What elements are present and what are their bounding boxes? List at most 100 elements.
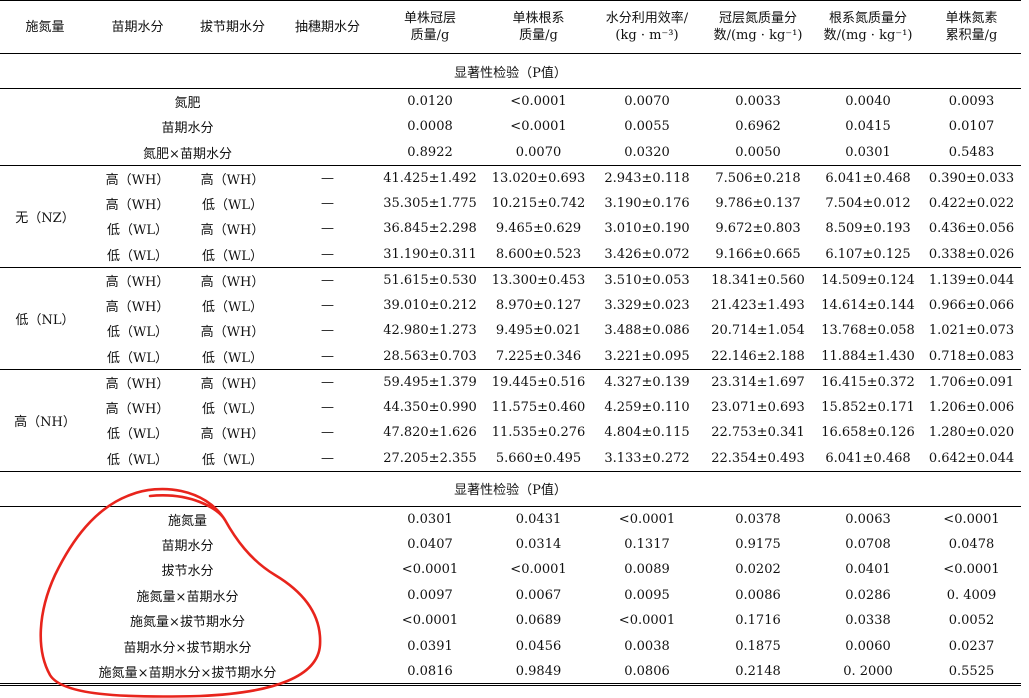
column-header: 施氮量 — [25, 19, 65, 35]
measurement-cell: 3.329±0.023 — [604, 297, 690, 313]
results-table: 施氮量 苗期水分 拔节期水分 抽穗期水分 单株冠层 质量/g 单株根系 质量/g 水分利用效率/… — [0, 0, 1021, 686]
p-value-row: 苗期水分 0.0008 <0.0001 0.0055 0.6962 0.0415 0.010… — [0, 114, 1021, 140]
p-value-cell: 0.0050 — [735, 144, 781, 160]
measurement-cell: 6.041±0.468 — [825, 170, 911, 186]
measurement-cell: 39.010±0.212 — [383, 297, 477, 313]
p-value-cell: 0.9175 — [735, 536, 781, 552]
p-value-cell: 0.0093 — [948, 94, 995, 109]
measurement-cell: 3.510±0.053 — [604, 272, 690, 288]
p-value-cell: 0.0806 — [624, 663, 670, 679]
column-header-line: 数/(mg · kg⁻¹) — [713, 28, 803, 43]
p-value-cell: 0.0008 — [407, 119, 453, 135]
p-value-cell: 0.0407 — [407, 536, 453, 552]
p-value-cell: <0.0001 — [401, 613, 459, 629]
nitrogen-level-label: 无（NZ） — [15, 210, 75, 226]
measurement-cell: 9.672±0.803 — [715, 221, 801, 237]
p-value-cell: 0.2148 — [735, 663, 781, 679]
p-value-cell: 0.0063 — [845, 511, 891, 527]
seedling-water-cell: 高（WH） — [105, 172, 170, 188]
column-header-line: 累积量/g — [945, 28, 998, 43]
measurement-cell: 8.509±0.193 — [825, 221, 911, 237]
column-header-line: 冠层氮质量分 — [718, 11, 797, 26]
p-value-cell: 0.0689 — [515, 613, 562, 629]
treatment-row: 高（WH） 低（WL） — 44.350±0.990 11.575±0.460 4.259… — [0, 395, 1021, 421]
seedling-water-cell: 高（WH） — [105, 274, 170, 290]
measurement-cell: 23.071±0.693 — [711, 399, 805, 415]
treatment-row: 无（NZ） 高（WH） 高（WH） — 41.425±1.492 13.020±0.693… — [0, 165, 1021, 226]
measurement-cell: 0.390±0.033 — [928, 170, 1015, 186]
measurement-cell: 7.225±0.346 — [495, 348, 582, 364]
seedling-water-cell: 低（WL） — [107, 350, 168, 366]
measurement-cell: 36.845±2.298 — [383, 221, 477, 237]
measurement-cell: 31.190±0.311 — [383, 246, 477, 262]
measurement-cell: 16.415±0.372 — [821, 374, 915, 390]
p-value-cell: 0.0067 — [515, 587, 562, 603]
p-value-cell: 0.0391 — [407, 638, 453, 654]
seedling-water-cell: 低（WL） — [107, 325, 168, 341]
measurement-cell: 11.575±0.460 — [491, 399, 586, 415]
p-value-cell: 0. 4009 — [946, 587, 997, 603]
p-value-cell: 0. 2000 — [843, 663, 893, 679]
treatment-row: 低（WL） 低（WL） — 27.205±2.355 5.660±0.495 3.133±… — [0, 446, 1021, 471]
treatment-row: 低（WL） 高（WH） — 36.845±2.298 9.465±0.629 3.010±… — [0, 216, 1021, 242]
heading-water-cell: — — [321, 246, 334, 262]
measurement-cell: 16.658±0.126 — [821, 425, 915, 441]
treatment-row: 低（WL） 高（WH） — 42.980±1.273 9.495±0.021 3.488±… — [0, 318, 1021, 344]
p-value-cell: 0.6962 — [735, 119, 781, 135]
heading-water-cell: — — [321, 348, 334, 364]
measurement-cell: 22.354±0.493 — [711, 450, 805, 466]
column-header-line: (kg · m⁻³) — [615, 28, 679, 43]
measurement-cell: 1.139±0.044 — [928, 272, 1015, 288]
jointing-water-cell: 低（WL） — [202, 401, 263, 417]
measurement-cell: 13.020±0.693 — [491, 170, 586, 186]
measurement-cell: 0.718±0.083 — [928, 348, 1015, 364]
heading-water-cell: — — [321, 221, 334, 237]
measurement-cell: 18.341±0.560 — [711, 272, 805, 288]
p-value-cell: <0.0001 — [943, 562, 1000, 578]
p-value-cell: 0.0070 — [624, 94, 670, 109]
measurement-cell: 8.970±0.127 — [495, 297, 582, 313]
nitrogen-level-label: 高（NH） — [14, 414, 76, 430]
measurement-cell: 4.259±0.110 — [604, 399, 690, 415]
seedling-water-cell: 低（WL） — [107, 223, 168, 239]
p-value-cell: 0.0401 — [845, 562, 891, 578]
measurement-cell: 8.600±0.523 — [495, 246, 582, 262]
measurement-cell: 9.786±0.137 — [715, 195, 801, 211]
column-header: 拔节期水分 — [199, 19, 265, 35]
jointing-water-cell: 高（WH） — [200, 325, 265, 341]
p-value-cell: 0.8922 — [407, 144, 453, 160]
p-value-cell: <0.0001 — [510, 562, 567, 578]
heading-water-cell: — — [321, 323, 334, 339]
factor-label: 施氮量 — [167, 513, 207, 529]
measurement-cell: 21.423±1.493 — [711, 297, 805, 313]
p-value-cell: <0.0001 — [618, 511, 676, 527]
treatment-row: 低（WL） 高（WH） — 47.820±1.626 11.535±0.276 4.804… — [0, 420, 1021, 446]
treatment-row: 低（WL） 低（WL） — 28.563±0.703 7.225±0.346 3.221±… — [0, 344, 1021, 369]
p-value-cell: 0.0070 — [515, 144, 562, 160]
jointing-water-cell: 高（WH） — [200, 427, 265, 443]
p-value-cell: 0.0456 — [515, 638, 562, 654]
p-value-cell: 0.0816 — [407, 663, 453, 679]
factor-label: 苗期水分×拔节期水分 — [123, 640, 252, 656]
p-value-cell: 0.0301 — [407, 511, 453, 527]
measurement-cell: 3.488±0.086 — [604, 323, 690, 339]
measurement-cell: 3.426±0.072 — [604, 246, 690, 262]
p-value-cell: <0.0001 — [510, 119, 567, 135]
section-title-row: 显著性检验（P值） — [0, 471, 1021, 506]
factor-label: 氮肥 — [174, 96, 201, 111]
column-header: 水分利用效率/ (kg · m⁻³) — [592, 1, 702, 54]
jointing-water-cell: 低（WL） — [202, 299, 263, 315]
p-value-cell: 0.0040 — [845, 94, 891, 109]
p-value-row: 施氮量 0.0301 0.0431 <0.0001 0.0378 0.0063 <0.000… — [0, 506, 1021, 532]
p-value-row: 施氮量×拔节期水分 <0.0001 0.0689 <0.0001 0.1716 0.033… — [0, 608, 1021, 634]
measurement-cell: 19.445±0.516 — [491, 374, 586, 390]
column-header-line: 单株氮素 — [945, 11, 998, 26]
jointing-water-cell: 低（WL） — [202, 452, 263, 468]
factor-label: 施氮量×苗期水分×拔节期水分 — [98, 665, 277, 681]
seedling-water-cell: 低（WL） — [107, 427, 168, 443]
measurement-cell: 0.966±0.066 — [928, 297, 1015, 313]
p-value-cell: <0.0001 — [943, 511, 1000, 527]
p-value-row: 拔节水分 <0.0001 <0.0001 0.0089 0.0202 0.0401 <0.0… — [0, 557, 1021, 583]
measurement-cell: 59.495±1.379 — [383, 374, 477, 390]
measurement-cell: 0.436±0.056 — [928, 221, 1015, 237]
